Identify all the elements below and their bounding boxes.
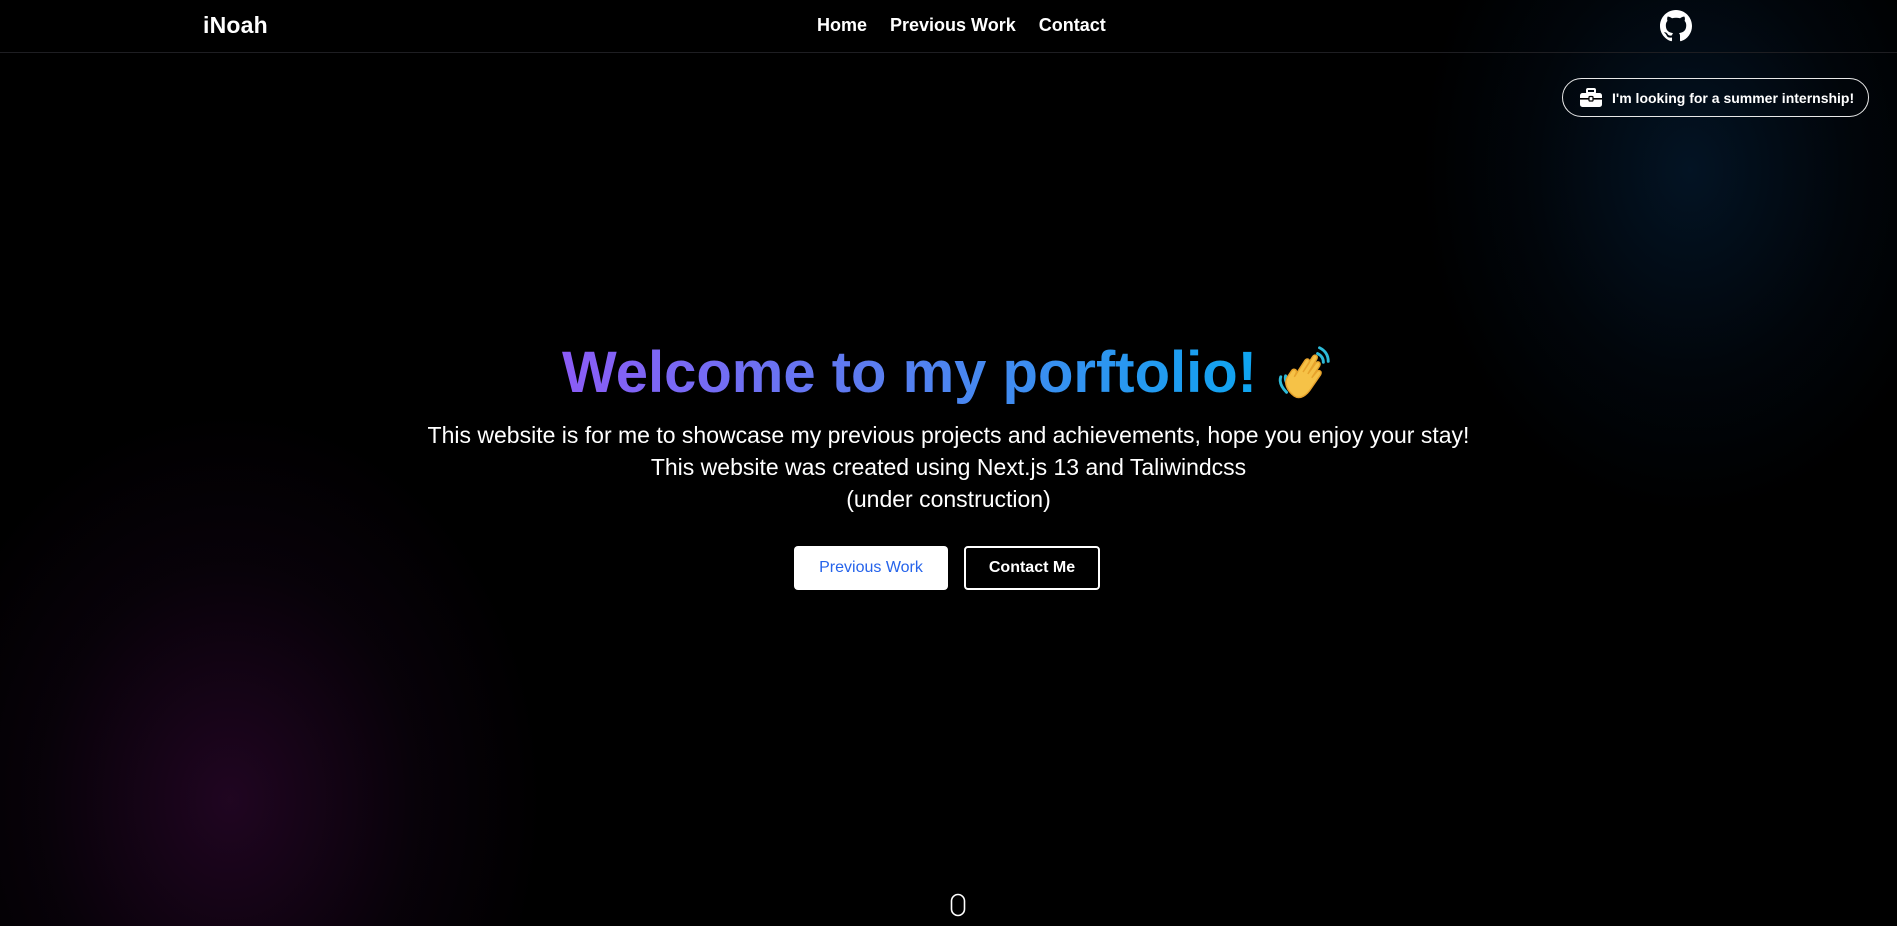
waving-hand-icon	[1278, 345, 1330, 398]
mouse-scroll-icon	[950, 893, 966, 917]
nav-link-contact[interactable]: Contact	[1039, 15, 1106, 36]
briefcase-icon	[1580, 88, 1602, 107]
internship-badge-label: I'm looking for a summer internship!	[1612, 89, 1855, 106]
page: iNoah Home Previous Work Contact I'm loo…	[0, 0, 1897, 926]
hero-description-line-1: This website is for me to showcase my pr…	[427, 422, 1470, 448]
github-icon[interactable]	[1660, 10, 1692, 42]
hero-title-text: Welcome to my porftolio!	[562, 340, 1257, 405]
brand-logo[interactable]: iNoah	[203, 12, 268, 39]
nav-link-home[interactable]: Home	[817, 15, 867, 36]
nav-link-previous-work[interactable]: Previous Work	[890, 15, 1016, 36]
hero-title: Welcome to my porftolio!	[0, 338, 1897, 408]
contact-me-button[interactable]: Contact Me	[964, 546, 1100, 590]
hero-description-line-2: This website was created using Next.js 1…	[650, 454, 1247, 480]
hero-buttons: Previous Work Contact Me	[794, 546, 1100, 590]
top-navbar: iNoah Home Previous Work Contact	[0, 0, 1897, 53]
hero-description-line-3: (under construction)	[846, 486, 1051, 512]
previous-work-button[interactable]: Previous Work	[794, 546, 948, 590]
internship-badge[interactable]: I'm looking for a summer internship!	[1562, 78, 1869, 117]
nav-links: Home Previous Work Contact	[817, 15, 1106, 36]
